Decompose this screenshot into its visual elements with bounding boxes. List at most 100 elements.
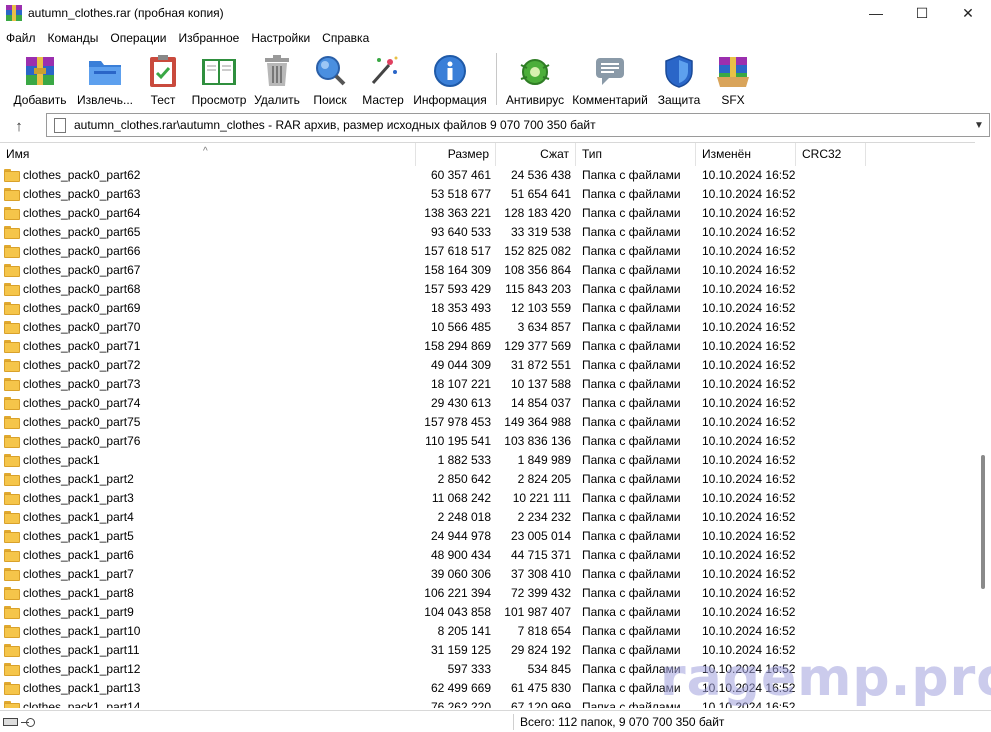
table-row[interactable]: clothes_pack1_part8 106 221 394 72 399 432…	[0, 584, 975, 603]
up-one-level-button[interactable]: ↑	[0, 113, 38, 139]
menu-favorites[interactable]: Избранное	[173, 28, 246, 48]
size-cell: 31 159 125	[430, 643, 491, 657]
crc-cell	[796, 318, 866, 337]
crc-cell	[796, 356, 866, 375]
scrollbar-thumb[interactable]	[981, 455, 985, 589]
crc-cell	[796, 299, 866, 318]
table-row[interactable]: clothes_pack0_part76 110 195 541 103 836 1…	[0, 432, 975, 451]
table-row[interactable]: clothes_pack1_part6 48 900 434 44 715 371 П…	[0, 546, 975, 565]
table-row[interactable]: clothes_pack1_part7 39 060 306 37 308 410 П…	[0, 565, 975, 584]
minimize-button[interactable]: —	[853, 0, 899, 26]
table-row[interactable]: clothes_pack0_part64 138 363 221 128 183 4…	[0, 204, 975, 223]
table-row[interactable]: clothes_pack0_part63 53 518 677 51 654 641…	[0, 185, 975, 204]
file-name: clothes_pack1_part3	[23, 491, 134, 505]
comment-button[interactable]: Комментарий	[567, 49, 653, 109]
info-button[interactable]: Информация	[410, 49, 490, 109]
table-row[interactable]: clothes_pack0_part74 29 430 613 14 854 037…	[0, 394, 975, 413]
name-cell: clothes_pack1_part9	[0, 603, 416, 622]
folder-icon	[4, 454, 20, 467]
column-header-modified[interactable]: Изменён	[696, 143, 796, 166]
key-icon[interactable]	[21, 717, 35, 727]
protect-button[interactable]: Защита	[653, 49, 705, 109]
packed-cell: 23 005 014	[510, 529, 571, 543]
folder-icon	[4, 321, 20, 334]
table-row[interactable]: clothes_pack0_part65 93 640 533 33 319 538…	[0, 223, 975, 242]
view-book-icon	[199, 52, 239, 90]
table-row[interactable]: clothes_pack0_part71 158 294 869 129 377 5…	[0, 337, 975, 356]
add-button[interactable]: Добавить	[8, 49, 72, 109]
file-name: clothes_pack1_part9	[23, 605, 134, 619]
antivirus-button[interactable]: Антивирус	[503, 49, 567, 109]
menu-options[interactable]: Настройки	[245, 28, 316, 48]
modified-cell: 10.10.2024 16:52	[702, 472, 796, 486]
type-cell: Папка с файлами	[582, 510, 681, 524]
table-row[interactable]: clothes_pack0_part67 158 164 309 108 356 8…	[0, 261, 975, 280]
type-cell: Папка с файлами	[582, 263, 681, 277]
close-button[interactable]: ✕	[945, 0, 991, 26]
type-cell: Папка с файлами	[582, 301, 681, 315]
sfx-button[interactable]: SFX	[705, 49, 761, 109]
size-cell: 8 205 141	[437, 624, 491, 638]
vertical-scrollbar[interactable]	[975, 142, 991, 708]
test-button[interactable]: Тест	[138, 49, 188, 109]
folder-icon	[4, 511, 20, 524]
crc-cell	[796, 261, 866, 280]
extract-button[interactable]: Извлечь...	[72, 49, 138, 109]
menu-commands[interactable]: Команды	[42, 28, 105, 48]
file-name: clothes_pack0_part74	[23, 396, 141, 410]
table-row[interactable]: clothes_pack1_part5 24 944 978 23 005 014 П…	[0, 527, 975, 546]
column-header-type[interactable]: Тип	[576, 143, 696, 166]
crc-cell	[796, 508, 866, 527]
table-row[interactable]: clothes_pack0_part75 157 978 453 149 364 9…	[0, 413, 975, 432]
menu-file[interactable]: Файл	[0, 28, 42, 48]
file-name: clothes_pack1_part4	[23, 510, 134, 524]
table-row[interactable]: clothes_pack0_part62 60 357 461 24 536 438…	[0, 166, 975, 185]
menu-operations[interactable]: Операции	[104, 28, 172, 48]
file-list: Имя ^ Размер Сжат Тип Изменён CRC32 clot…	[0, 142, 991, 708]
folder-icon	[4, 530, 20, 543]
packed-cell: 72 399 432	[510, 586, 571, 600]
folder-icon	[4, 473, 20, 486]
address-bar[interactable]: autumn_clothes.rar\autumn_clothes - RAR …	[46, 113, 990, 137]
status-summary: Всего: 112 папок, 9 070 700 350 байт	[520, 715, 725, 729]
maximize-button[interactable]: ☐	[899, 0, 945, 26]
column-header-name[interactable]: Имя ^	[0, 143, 416, 166]
table-row[interactable]: clothes_pack1_part9 104 043 858 101 987 40…	[0, 603, 975, 622]
type-cell: Папка с файлами	[582, 453, 681, 467]
table-row[interactable]: clothes_pack0_part70 10 566 485 3 634 857 П…	[0, 318, 975, 337]
table-row[interactable]: clothes_pack1_part3 11 068 242 10 221 111 П…	[0, 489, 975, 508]
table-row[interactable]: clothes_pack0_part72 49 044 309 31 872 551…	[0, 356, 975, 375]
packed-cell: 101 987 407	[504, 605, 571, 619]
column-header-size[interactable]: Размер	[416, 143, 496, 166]
chevron-down-icon[interactable]: ▼	[969, 120, 989, 131]
wizard-button[interactable]: Мастер	[356, 49, 410, 109]
table-row[interactable]: clothes_pack0_part73 18 107 221 10 137 588…	[0, 375, 975, 394]
column-header-crc[interactable]: CRC32	[796, 143, 866, 166]
delete-button[interactable]: Удалить	[250, 49, 304, 109]
table-row[interactable]: clothes_pack1_part4 2 248 018 2 234 232 Пап…	[0, 508, 975, 527]
table-row[interactable]: clothes_pack0_part66 157 618 517 152 825 0…	[0, 242, 975, 261]
find-button[interactable]: Поиск	[304, 49, 356, 109]
name-cell: clothes_pack1_part4	[0, 508, 416, 527]
size-cell: 158 164 309	[424, 263, 491, 277]
packed-cell: 7 818 654	[517, 624, 571, 638]
column-header-packed[interactable]: Сжат	[496, 143, 576, 166]
table-row[interactable]: clothes_pack0_part69 18 353 493 12 103 559…	[0, 299, 975, 318]
view-button[interactable]: Просмотр	[188, 49, 250, 109]
modified-cell: 10.10.2024 16:52	[702, 282, 796, 296]
name-cell: clothes_pack0_part65	[0, 223, 416, 242]
table-row[interactable]: clothes_pack0_part68 157 593 429 115 843 2…	[0, 280, 975, 299]
table-row[interactable]: clothes_pack1_part10 8 205 141 7 818 654 Па…	[0, 622, 975, 641]
type-cell: Папка с файлами	[582, 320, 681, 334]
menu-help[interactable]: Справка	[316, 28, 375, 48]
modified-cell: 10.10.2024 16:52	[702, 624, 796, 638]
file-name: clothes_pack0_part62	[23, 168, 141, 182]
type-cell: Папка с файлами	[582, 339, 681, 353]
drive-icon[interactable]	[3, 717, 18, 726]
type-cell: Папка с файлами	[582, 624, 681, 638]
table-row[interactable]: clothes_pack1 1 882 533 1 849 989 Папка с ф…	[0, 451, 975, 470]
folder-icon	[4, 302, 20, 315]
size-cell: 48 900 434	[430, 548, 491, 562]
table-row[interactable]: clothes_pack1_part2 2 850 642 2 824 205 Пап…	[0, 470, 975, 489]
size-cell: 2 850 642	[437, 472, 491, 486]
